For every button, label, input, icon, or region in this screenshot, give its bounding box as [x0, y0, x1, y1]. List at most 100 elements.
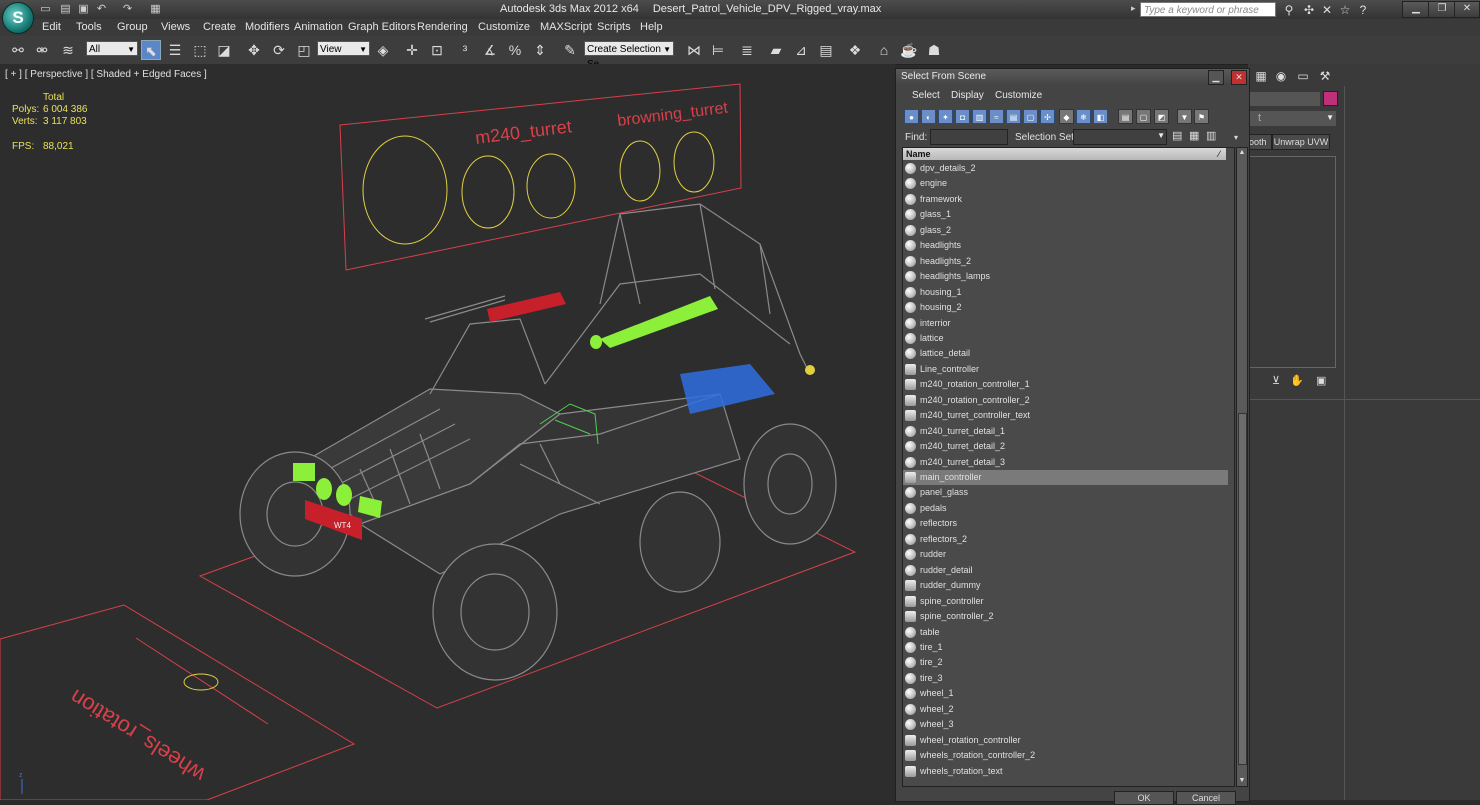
search-arrow-icon[interactable]: ▸ — [1131, 3, 1136, 14]
add-to-set-icon[interactable]: ▦ — [1189, 129, 1199, 142]
schematic-view-icon[interactable]: ▤ — [816, 40, 836, 60]
list-item[interactable]: housing_1 — [903, 285, 1228, 300]
menu-views[interactable]: Views — [161, 21, 190, 33]
spinner-snap-icon[interactable]: ⇕ — [530, 40, 550, 60]
window-crossing-icon[interactable]: ◪ — [214, 40, 234, 60]
list-item[interactable]: interrior — [903, 316, 1228, 331]
list-item[interactable]: spine_controller_2 — [903, 609, 1228, 624]
utilities-tab-icon[interactable]: ⚒ — [1318, 69, 1332, 83]
list-item[interactable]: wheel_rotation_controller — [903, 733, 1228, 748]
list-item[interactable]: rudder_detail — [903, 563, 1228, 578]
list-item[interactable]: engine — [903, 176, 1228, 191]
list-item[interactable]: tire_1 — [903, 640, 1228, 655]
configure-modifier-sets-icon[interactable]: ▣ — [1316, 374, 1326, 387]
scale-icon[interactable]: ◰ — [294, 40, 314, 60]
display-frozen-icon[interactable]: ❄ — [1076, 109, 1091, 124]
show-end-result-icon[interactable]: ✋ — [1290, 374, 1304, 387]
list-item[interactable]: rudder_dummy — [903, 578, 1228, 593]
cancel-button[interactable]: Cancel — [1176, 791, 1236, 805]
list-item[interactable]: pedals — [903, 501, 1228, 516]
menu-scripts[interactable]: Scripts — [597, 21, 631, 33]
menu-customize[interactable]: Customize — [478, 21, 530, 33]
dialog-close-button[interactable]: ✕ — [1231, 70, 1247, 85]
dialog-title-bar[interactable]: Select From Scene ▁ ✕ — [896, 69, 1249, 85]
curve-editor-icon[interactable]: ⊿ — [791, 40, 811, 60]
list-item[interactable]: wheel_2 — [903, 702, 1228, 717]
list-item[interactable]: headlights_2 — [903, 254, 1228, 269]
display-cameras-icon[interactable]: ◘ — [955, 109, 970, 124]
list-item[interactable]: tire_3 — [903, 671, 1228, 686]
perspective-viewport[interactable]: m240_turret browning_turret wheels_rotat… — [0, 64, 895, 800]
list-item[interactable]: housing_2 — [903, 300, 1228, 315]
menu-modifiers[interactable]: Modifiers — [245, 21, 290, 33]
selection-set-dropdown[interactable]: ▼ — [1073, 129, 1167, 145]
list-item[interactable]: glass_1 — [903, 207, 1228, 222]
list-item[interactable]: m240_turret_detail_2 — [903, 439, 1228, 454]
communication-icon[interactable]: ✕ — [1320, 3, 1334, 17]
object-color-swatch[interactable] — [1323, 91, 1338, 106]
turbosmooth-button[interactable]: ooth — [1248, 134, 1272, 150]
filter-settings-icon[interactable]: ⚑ — [1194, 109, 1209, 124]
display-lights-icon[interactable]: ✦ — [938, 109, 953, 124]
rotate-icon[interactable]: ⟳ — [269, 40, 289, 60]
mirror-icon[interactable]: ⋈ — [684, 40, 704, 60]
list-item[interactable]: headlights — [903, 238, 1228, 253]
named-selection-dropdown[interactable]: Create Selection Se▼ — [584, 41, 674, 70]
select-object-icon[interactable]: ⬉ — [141, 40, 161, 60]
list-item[interactable]: lattice — [903, 331, 1228, 346]
list-item[interactable]: wheels_rotation_controller_2 — [903, 748, 1228, 763]
save-file-icon[interactable]: ▣ — [76, 2, 91, 16]
material-editor-icon[interactable]: ❖ — [845, 40, 865, 60]
restore-button[interactable]: ❐ — [1428, 1, 1456, 18]
unwrap-uvw-button[interactable]: Unwrap UVW — [1272, 134, 1330, 150]
viewport-label[interactable]: [ + ] [ Perspective ] [ Shaded + Edged F… — [5, 69, 207, 80]
list-item[interactable]: wheels_rotation_text — [903, 764, 1228, 779]
display-space-warps-icon[interactable]: ≈ — [989, 109, 1004, 124]
list-item[interactable]: table — [903, 625, 1228, 640]
snaps-toggle-icon[interactable]: ³ — [455, 40, 475, 60]
scroll-up-arrow[interactable]: ▲ — [1237, 148, 1247, 158]
layer-manager-icon[interactable]: ≣ — [737, 40, 757, 60]
scroll-down-arrow[interactable]: ▼ — [1237, 776, 1247, 786]
list-item[interactable]: m240_rotation_controller_2 — [903, 393, 1228, 408]
select-none-icon[interactable]: ▢ — [1136, 109, 1151, 124]
dialog-minimize-button[interactable]: ▁ — [1208, 70, 1224, 85]
list-item[interactable]: reflectors_2 — [903, 532, 1228, 547]
list-item[interactable]: panel_glass — [903, 485, 1228, 500]
binoculars-icon[interactable]: ⚲ — [1282, 3, 1296, 17]
list-item[interactable]: m240_turret_detail_1 — [903, 424, 1228, 439]
reference-coordinate-dropdown[interactable]: View ▼ — [317, 41, 370, 56]
menu-animation[interactable]: Animation — [294, 21, 343, 33]
close-button[interactable]: ✕ — [1454, 1, 1480, 18]
scene-object-list[interactable]: Name ⁄ dpv_details_2 engine framework glass_… — [902, 147, 1235, 787]
select-manipulate-icon[interactable]: ✛ — [402, 40, 422, 60]
display-bones-icon[interactable]: ✢ — [1040, 109, 1055, 124]
display-xrefs-icon[interactable]: ▢ — [1023, 109, 1038, 124]
list-item[interactable]: spine_controller — [903, 594, 1228, 609]
list-item[interactable]: main_controller — [903, 470, 1228, 485]
help-icon[interactable]: ? — [1356, 3, 1370, 17]
menu-edit[interactable]: Edit — [42, 21, 61, 33]
list-item[interactable]: Line_controller — [903, 362, 1228, 377]
angle-snap-icon[interactable]: ∡ — [480, 40, 500, 60]
subscription-icon[interactable]: ✣ — [1302, 3, 1316, 17]
dialog-menu-select[interactable]: Select — [912, 90, 940, 101]
menu-maxscript[interactable]: MAXScript — [540, 21, 592, 33]
display-hidden-icon[interactable]: ◧ — [1093, 109, 1108, 124]
object-name-field[interactable] — [1248, 92, 1320, 106]
menu-rendering[interactable]: Rendering — [417, 21, 468, 33]
select-and-link-icon[interactable]: ⚯ — [8, 40, 28, 60]
percent-snap-icon[interactable]: % — [505, 40, 525, 60]
pin-stack-icon[interactable]: ⊻ — [1272, 374, 1280, 387]
scroll-thumb[interactable] — [1238, 413, 1247, 765]
menu-help[interactable]: Help — [640, 21, 663, 33]
select-invert-icon[interactable]: ◩ — [1154, 109, 1169, 124]
list-item[interactable]: wheel_1 — [903, 686, 1228, 701]
rectangular-selection-icon[interactable]: ⬚ — [190, 40, 210, 60]
dialog-menu-display[interactable]: Display — [951, 90, 984, 101]
bind-space-warp-icon[interactable]: ≋ — [58, 40, 78, 60]
favorites-star-icon[interactable]: ☆ — [1338, 3, 1352, 17]
select-by-name-icon[interactable]: ☰ — [165, 40, 185, 60]
list-item[interactable]: glass_2 — [903, 223, 1228, 238]
display-tab-icon[interactable]: ▭ — [1296, 69, 1310, 83]
